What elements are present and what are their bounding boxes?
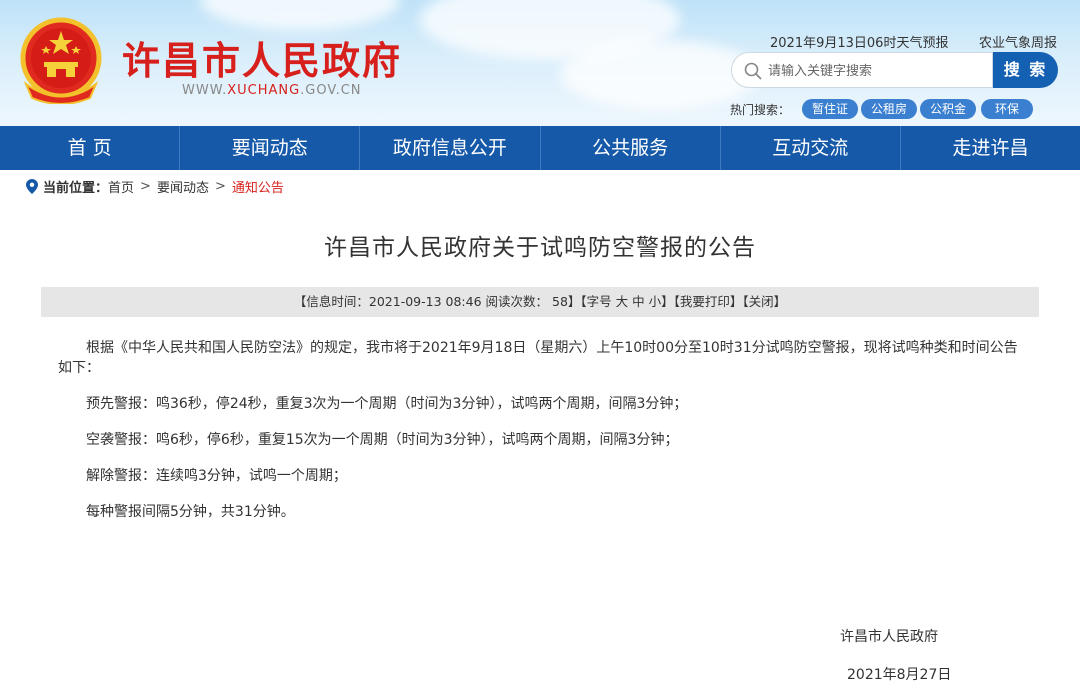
- site-url: WWW.XUCHANG.GOV.CN: [182, 83, 362, 98]
- breadcrumb-home[interactable]: 首页: [108, 177, 134, 196]
- breadcrumb-notices[interactable]: 通知公告: [232, 177, 284, 196]
- hot-tag-housing-fund[interactable]: 公积金: [920, 99, 977, 119]
- article-signature: 许昌市人民政府: [840, 629, 938, 645]
- site-header: 许昌市人民政府 WWW.XUCHANG.GOV.CN 2021年9月13日06时…: [0, 0, 1080, 126]
- nav-home[interactable]: 首 页: [0, 126, 181, 170]
- article-title: 许昌市人民政府关于试鸣防空警报的公告: [324, 235, 756, 261]
- breadcrumb-separator: >: [214, 179, 226, 194]
- nav-interaction[interactable]: 互动交流: [721, 126, 901, 170]
- cloud-decoration: [200, 0, 400, 30]
- article-paragraph: 预先警报：鸣36秒，停24秒，重复3次为一个周期（时间为3分钟），试鸣两个周期，…: [86, 396, 688, 412]
- breadcrumb-news[interactable]: 要闻动态: [157, 177, 209, 196]
- nav-public-service[interactable]: 公共服务: [541, 126, 721, 170]
- url-prefix: WWW.: [182, 83, 228, 98]
- search-icon: [744, 62, 762, 80]
- hot-tag-temp-residence[interactable]: 暂住证: [802, 99, 859, 119]
- search-input[interactable]: [768, 59, 988, 83]
- weather-forecast-link[interactable]: 2021年9月13日06时天气预报: [770, 32, 948, 51]
- article-paragraph: 根据《中华人民共和国人民防空法》的规定，我市将于2021年9月18日（星期六）上…: [58, 340, 1018, 376]
- article-body: 根据《中华人民共和国人民防空法》的规定，我市将于2021年9月18日（星期六）上…: [58, 338, 1024, 538]
- hot-tag-environment[interactable]: 环保: [981, 99, 1034, 119]
- nav-about-xuchang[interactable]: 走进许昌: [901, 126, 1080, 170]
- national-emblem-logo[interactable]: [18, 14, 104, 104]
- hot-tag-public-housing[interactable]: 公租房: [861, 99, 918, 119]
- article-paragraph: 空袭警报：鸣6秒，停6秒，重复15次为一个周期（时间为3分钟），试鸣两个周期，间…: [86, 432, 679, 448]
- url-suffix: .GOV.CN: [300, 83, 362, 98]
- article-date: 2021年8月27日: [847, 667, 952, 683]
- breadcrumb-label: 当前位置：: [43, 181, 109, 196]
- article-paragraph: 每种警报间隔5分钟，共31分钟。: [86, 504, 295, 520]
- location-pin-icon: [26, 179, 38, 194]
- article-paragraph: 解除警报：连续鸣3分钟，试鸣一个周期；: [86, 468, 347, 484]
- main-nav: 首 页 要闻动态 政府信息公开 公共服务 互动交流 走进许昌: [0, 126, 1080, 170]
- breadcrumb-separator: >: [140, 179, 151, 194]
- breadcrumb: 当前位置： 首页 > 要闻动态 > 通知公告: [26, 177, 284, 196]
- cloud-decoration: [560, 40, 760, 110]
- hot-search-label: 热门搜索：: [730, 103, 791, 117]
- search-button[interactable]: 搜 索: [993, 52, 1058, 88]
- article-meta-bar[interactable]: 【信息时间：2021-09-13 08:46 阅读次数： 58】【字号 大 中 …: [41, 287, 1039, 317]
- agri-weather-link[interactable]: 农业气象周报: [979, 32, 1057, 51]
- search-box: [731, 52, 993, 88]
- url-main: XUCHANG: [227, 83, 301, 98]
- nav-gov-info[interactable]: 政府信息公开: [360, 126, 541, 170]
- nav-news[interactable]: 要闻动态: [180, 126, 361, 170]
- site-title[interactable]: 许昌市人民政府: [122, 30, 402, 85]
